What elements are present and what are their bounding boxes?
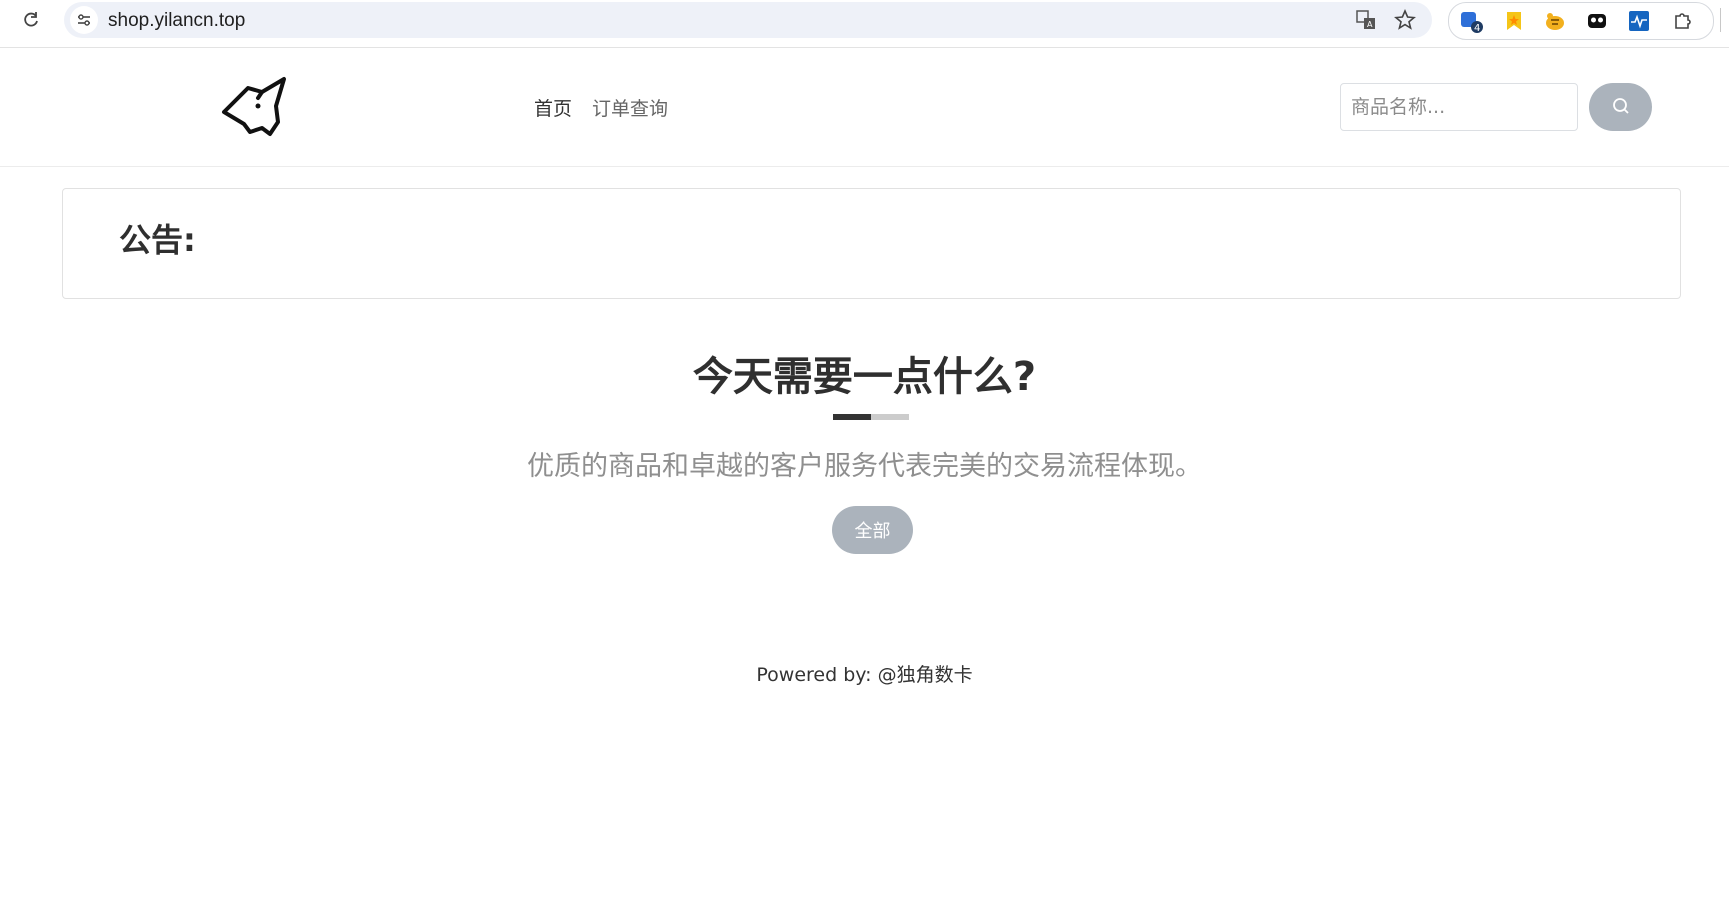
nav-order-query[interactable]: 订单查询 xyxy=(592,94,668,121)
main-nav: 首页 订单查询 xyxy=(534,94,668,121)
search-icon xyxy=(1611,96,1631,119)
underline-dark-segment xyxy=(833,414,871,420)
puzzle-extensions-icon[interactable] xyxy=(1671,9,1695,33)
svg-text:A: A xyxy=(1367,20,1373,29)
hero-subtitle: 优质的商品和卓越的客户服务代表完美的交易流程体现。 xyxy=(527,451,1202,482)
browser-toolbar: shop.yilancn.top A 4 xyxy=(0,0,1729,48)
url-text[interactable]: shop.yilancn.top xyxy=(108,10,245,32)
unicorn-logo-icon[interactable] xyxy=(218,76,288,138)
notice-panel: 公告: xyxy=(62,188,1681,299)
notice-title: 公告: xyxy=(119,221,196,259)
underline-light-segment xyxy=(871,414,909,420)
nav-home[interactable]: 首页 xyxy=(534,94,572,121)
translate-icon[interactable]: A xyxy=(1354,8,1378,32)
bookmark-star-icon[interactable] xyxy=(1393,8,1417,32)
address-bar[interactable]: shop.yilancn.top A xyxy=(64,2,1432,38)
search-button[interactable] xyxy=(1589,83,1652,131)
extensions-bar: 4 xyxy=(1448,2,1714,40)
pulse-extension-icon[interactable] xyxy=(1627,9,1651,33)
site-settings-icon[interactable] xyxy=(70,6,98,34)
search-input[interactable] xyxy=(1340,83,1578,131)
footer-powered-by: Powered by: @独角数卡 xyxy=(756,664,973,686)
extension-badge: 4 xyxy=(1474,23,1480,33)
shield-extension-icon[interactable]: 4 xyxy=(1459,9,1483,33)
site-header: 首页 订单查询 xyxy=(0,48,1729,167)
hero-title: 今天需要一点什么? xyxy=(692,354,1037,400)
category-all-button[interactable]: 全部 xyxy=(832,506,913,554)
title-underline xyxy=(833,414,909,420)
tiger-extension-icon[interactable] xyxy=(1543,9,1567,33)
reload-icon[interactable] xyxy=(18,7,44,33)
mask-extension-icon[interactable] xyxy=(1585,9,1609,33)
toolbar-divider xyxy=(1720,8,1721,32)
bookmark-extension-icon[interactable] xyxy=(1502,9,1526,33)
